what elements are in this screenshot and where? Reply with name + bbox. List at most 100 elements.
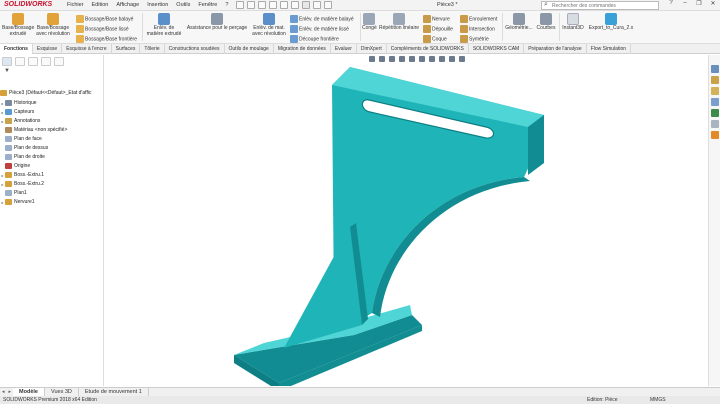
tree-item[interactable]: ▸ Boss.-Extru.1 — [0, 171, 44, 179]
view-palette-icon[interactable] — [710, 98, 719, 106]
file-properties-icon[interactable] — [313, 1, 321, 9]
status-units[interactable]: MMGS — [650, 397, 666, 403]
rib-button[interactable]: Nervure — [423, 15, 450, 23]
swept-cut-button[interactable]: Enlèv. de matière balayé — [290, 15, 354, 23]
mirror-button[interactable]: Symétrie — [460, 35, 489, 43]
tree-item[interactable]: Matériau <non spécifié> — [0, 126, 67, 134]
appearances-icon[interactable] — [710, 109, 719, 117]
shell-button[interactable]: Coque — [423, 35, 447, 43]
export-cura-button[interactable]: Export_to_Cura_2.x — [588, 13, 634, 32]
tab-surfaces[interactable]: Surfaces — [112, 44, 141, 54]
menu-edition[interactable]: Edition — [92, 2, 109, 8]
property-manager-tab-icon[interactable] — [15, 57, 25, 66]
select-icon[interactable] — [291, 1, 299, 9]
hole-wizard-button[interactable]: Assistance pour le perçage — [186, 13, 248, 32]
lofted-cut-icon — [290, 25, 298, 33]
command-search[interactable]: ⌕ — [541, 1, 659, 10]
tab-migration-donnees[interactable]: Migration de données — [274, 44, 331, 54]
tree-item[interactable]: ▸ Capteurs — [0, 108, 34, 116]
swept-boss-button[interactable]: Bossage/Base balayé — [76, 15, 133, 23]
undo-icon[interactable] — [280, 1, 288, 9]
ribbon-separator — [502, 13, 503, 41]
close-button[interactable]: ✕ — [708, 0, 718, 7]
tab-constructions-soudees[interactable]: Constructions soudées — [165, 44, 225, 54]
status-edition: SOLIDWORKS Premium 2018 x64 Edition — [3, 397, 97, 403]
extruded-cut-button[interactable]: Enlèv. de matière extrudé — [146, 13, 182, 37]
tree-item[interactable]: ▸ Annotations — [0, 117, 40, 125]
instant3d-button[interactable]: Instant3D — [560, 13, 586, 32]
tab-esquisse[interactable]: Esquisse — [33, 44, 63, 54]
solidworks-logo[interactable]: SOLIDWORKS — [4, 1, 52, 8]
tab-evaluer[interactable]: Evaluer — [331, 44, 357, 54]
print-icon[interactable] — [269, 1, 277, 9]
menu-fichier[interactable]: Fichier — [67, 2, 84, 8]
draft-button[interactable]: Dépouille — [423, 25, 453, 33]
rebuild-icon[interactable] — [302, 1, 310, 9]
graphics-area[interactable] — [104, 55, 708, 386]
command-manager: Base/Bossage extrudé Base/Bossage avec r… — [0, 11, 720, 44]
intersect-button[interactable]: Intersection — [460, 25, 495, 33]
configuration-manager-tab-icon[interactable] — [28, 57, 38, 66]
extrude-boss-button[interactable]: Base/Bossage extrudé — [2, 13, 34, 37]
minimize-button[interactable]: – — [680, 0, 690, 7]
restore-button[interactable]: ❐ — [694, 0, 704, 7]
search-input[interactable] — [552, 2, 656, 9]
save-icon[interactable] — [258, 1, 266, 9]
revolve-boss-button[interactable]: Base/Bossage avec révolution — [36, 13, 70, 37]
boundary-cut-button[interactable]: Découpe frontière — [290, 35, 339, 43]
curves-button[interactable]: Courbes — [535, 13, 557, 32]
tab-tolerie[interactable]: Tôlerie — [140, 44, 165, 54]
menu-affichage[interactable]: Affichage — [116, 2, 139, 8]
options-icon[interactable] — [324, 1, 332, 9]
wrap-button[interactable]: Enroulement — [460, 15, 497, 23]
tree-item[interactable]: ▸ Historique — [0, 99, 37, 107]
fillet-button[interactable]: Congé — [362, 13, 377, 32]
tab-motion-study[interactable]: Etude de mouvement 1 — [79, 388, 149, 396]
linear-pattern-button[interactable]: Répétition linéaire — [378, 13, 420, 32]
tab-dimxpert[interactable]: DimXpert — [357, 44, 387, 54]
revolved-cut-button[interactable]: Enlèv. de mat. avec révolution — [250, 13, 288, 37]
help-icon[interactable]: ? — [666, 0, 676, 7]
tree-item[interactable]: Plan de dessus — [0, 144, 48, 152]
tree-item[interactable]: Plan de face — [0, 135, 42, 143]
tab-preparation-analyse[interactable]: Préparation de l'analyse — [524, 44, 587, 54]
menu-fenetre[interactable]: Fenêtre — [198, 2, 217, 8]
tab-solidworks-cam[interactable]: SOLIDWORKS CAM — [469, 44, 525, 54]
boundary-boss-button[interactable]: Bossage/Base frontière — [76, 35, 137, 43]
tree-item[interactable]: Plan de droite — [0, 153, 45, 161]
tree-item[interactable]: ▸ Boss.-Extru.2 — [0, 180, 44, 188]
tree-item-label: Capteurs — [14, 109, 35, 115]
feature-manager-panel: ▼ Pièce3 (Défaut<<Défaut>_Etat d'affic ▸… — [0, 55, 104, 386]
tab-esquisse-encre[interactable]: Esquisse à l'encre — [62, 44, 112, 54]
menu-help[interactable]: ? — [225, 2, 228, 8]
tree-root[interactable]: Pièce3 (Défaut<<Défaut>_Etat d'affic — [0, 89, 91, 97]
tree-item[interactable]: Origine — [0, 162, 30, 170]
tab-fonctions[interactable]: Fonctions — [0, 44, 33, 54]
feature-manager-tab-icon[interactable] — [2, 57, 12, 66]
display-manager-tab-icon[interactable] — [54, 57, 64, 66]
tree-item[interactable]: Plan1 — [0, 189, 27, 197]
design-library-icon[interactable] — [710, 76, 719, 84]
lofted-cut-button[interactable]: Enlèv. de matière lissé — [290, 25, 349, 33]
menu-outils[interactable]: Outils — [176, 2, 190, 8]
open-icon[interactable] — [247, 1, 255, 9]
menu-insertion[interactable]: Insertion — [147, 2, 168, 8]
solidworks-resources-icon[interactable] — [710, 65, 719, 73]
tab-complements[interactable]: Compléments de SOLIDWORKS — [387, 44, 469, 54]
tab-outils-moulage[interactable]: Outils de moulage — [225, 44, 274, 54]
bracket-model[interactable] — [104, 55, 708, 386]
tab-vues-3d[interactable]: Vues 3D — [45, 388, 79, 396]
file-explorer-icon[interactable] — [710, 87, 719, 95]
forum-icon[interactable] — [710, 131, 719, 139]
dimxpert-manager-tab-icon[interactable] — [41, 57, 51, 66]
reference-geometry-button[interactable]: Géométrie... — [504, 13, 534, 32]
custom-properties-icon[interactable] — [710, 120, 719, 128]
lofted-boss-button[interactable]: Bossage/Base lissé — [76, 25, 129, 33]
tab-modele[interactable]: Modèle — [13, 388, 45, 396]
tab-flow-simulation[interactable]: Flow Simulation — [587, 44, 632, 54]
tree-item[interactable]: ▸ Nervure1 — [0, 198, 35, 206]
new-icon[interactable] — [236, 1, 244, 9]
plane-icon — [5, 154, 12, 160]
search-icon: ⌕ — [544, 1, 548, 8]
filter-icon[interactable]: ▼ — [4, 68, 10, 74]
